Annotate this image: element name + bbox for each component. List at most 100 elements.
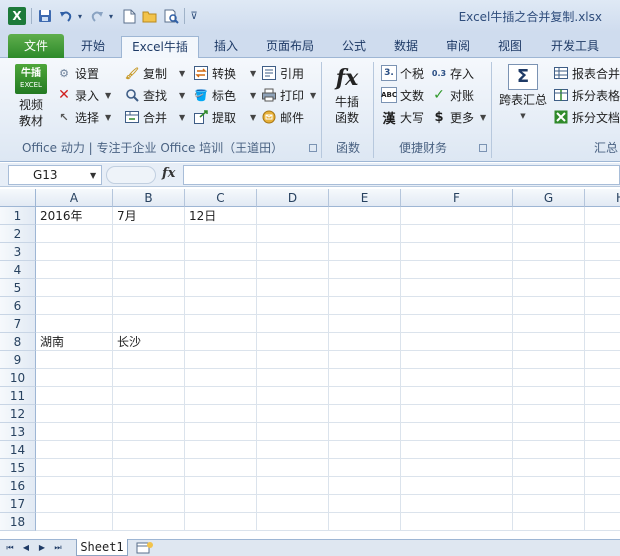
deposit-button[interactable]: 0.3 存入 xyxy=(431,64,474,82)
column-header[interactable]: F xyxy=(401,189,513,207)
column-header[interactable]: E xyxy=(329,189,401,207)
row-header[interactable]: 6 xyxy=(0,297,36,315)
row-header[interactable]: 12 xyxy=(0,405,36,423)
cell-b8[interactable]: 长沙 xyxy=(113,333,141,351)
gridline xyxy=(584,207,585,531)
tab-review[interactable]: 审阅 xyxy=(436,36,480,58)
insert-function-icon[interactable]: fx xyxy=(162,166,175,181)
spreadsheet-grid[interactable]: ABCDEFGH1234567891011121314151617182016年… xyxy=(0,189,620,539)
row-header[interactable]: 5 xyxy=(0,279,36,297)
window-title: Excel牛插之合并复制.xlsx xyxy=(458,10,602,24)
sigma-icon: Σ xyxy=(508,64,538,90)
color-mark-button[interactable]: 🪣 标色 ▼ xyxy=(193,86,256,104)
quote-button[interactable]: 引用 xyxy=(261,64,304,82)
tab-data[interactable]: 数据 xyxy=(384,36,428,58)
group-launcher-icon[interactable] xyxy=(479,144,487,152)
text-number-button[interactable]: ABC 文数 xyxy=(381,86,424,104)
gridline xyxy=(36,422,620,423)
column-header[interactable]: B xyxy=(113,189,185,207)
undo-dropdown-icon[interactable]: ▾ xyxy=(76,6,84,26)
more-button[interactable]: $ 更多 ▼ xyxy=(431,108,486,126)
redo-icon[interactable] xyxy=(88,6,106,26)
next-sheet-icon[interactable]: ▶ xyxy=(36,542,48,554)
row-header[interactable]: 16 xyxy=(0,477,36,495)
row-header[interactable]: 17 xyxy=(0,495,36,513)
tab-excel-niucha[interactable]: Excel牛插 xyxy=(121,36,199,59)
excel-logo-icon[interactable]: X xyxy=(8,7,26,25)
merge-button[interactable]: 合并 ▼ xyxy=(124,108,185,126)
name-box[interactable]: G13 xyxy=(8,165,102,185)
open-folder-icon[interactable] xyxy=(141,6,159,26)
enter-button[interactable]: ✕ 录入 ▼ xyxy=(56,86,111,104)
column-header[interactable]: A xyxy=(36,189,113,207)
group-launcher-icon[interactable] xyxy=(309,144,317,152)
row-header[interactable]: 10 xyxy=(0,369,36,387)
new-doc-icon[interactable] xyxy=(120,6,138,26)
row-header[interactable]: 11 xyxy=(0,387,36,405)
row-header[interactable]: 15 xyxy=(0,459,36,477)
redo-dropdown-icon[interactable]: ▾ xyxy=(107,6,115,26)
tab-view[interactable]: 视图 xyxy=(488,36,532,58)
first-sheet-icon[interactable]: ⏮ xyxy=(4,542,16,554)
tab-developer[interactable]: 开发工具 xyxy=(540,36,610,58)
split-table-button[interactable]: 拆分表格 xyxy=(553,86,620,104)
column-header[interactable]: C xyxy=(185,189,257,207)
cell-a1[interactable]: 2016年 xyxy=(36,207,83,225)
summary-group-label: 汇总 xyxy=(594,141,619,155)
tab-file[interactable]: 文件 xyxy=(8,34,64,58)
prev-sheet-icon[interactable]: ◀ xyxy=(20,542,32,554)
cross-sheet-summary-button[interactable]: Σ 跨表汇总 ▼ xyxy=(496,64,550,124)
save-icon[interactable] xyxy=(36,6,54,26)
video-tutorial-button[interactable]: 牛插 EXCEL 视频 教材 xyxy=(12,64,50,129)
row-header[interactable]: 4 xyxy=(0,261,36,279)
split-doc-button[interactable]: 拆分文档 xyxy=(553,108,620,126)
tab-insert[interactable]: 插入 xyxy=(204,36,248,58)
reconcile-button[interactable]: ✓ 对账 xyxy=(431,86,474,104)
row-header[interactable]: 18 xyxy=(0,513,36,531)
niucha-function-button[interactable]: fx 牛插 函数 xyxy=(328,64,366,126)
chevron-down-icon: ▼ xyxy=(105,112,112,122)
row-header[interactable]: 2 xyxy=(0,225,36,243)
row-header[interactable]: 13 xyxy=(0,423,36,441)
gridline xyxy=(36,458,620,459)
extract-button[interactable]: 提取 ▼ xyxy=(193,108,256,126)
column-header[interactable]: G xyxy=(513,189,585,207)
row-header[interactable]: 7 xyxy=(0,315,36,333)
convert-button[interactable]: 转换 ▼ xyxy=(193,64,256,82)
last-sheet-icon[interactable]: ⏭ xyxy=(52,542,64,554)
print-preview-icon[interactable] xyxy=(162,6,180,26)
copy-button[interactable]: 🖌 复制 ▼ xyxy=(124,64,185,82)
undo-icon[interactable] xyxy=(57,6,75,26)
cell-a8[interactable]: 湖南 xyxy=(36,333,64,351)
row-header[interactable]: 14 xyxy=(0,441,36,459)
tab-formulas[interactable]: 公式 xyxy=(332,36,376,58)
row-header[interactable]: 3 xyxy=(0,243,36,261)
uppercase-button[interactable]: 漢大写 xyxy=(381,108,424,127)
mail-button[interactable]: 邮件 xyxy=(261,108,304,126)
select-all-corner[interactable] xyxy=(0,189,36,207)
chevron-down-icon[interactable]: ▼ xyxy=(90,171,96,180)
column-header[interactable]: H xyxy=(585,189,620,207)
insert-sheet-icon[interactable] xyxy=(134,541,156,555)
find-button[interactable]: 查找 ▼ xyxy=(124,86,185,104)
sheet-tab-sheet1[interactable]: Sheet1 xyxy=(76,539,128,556)
gridline xyxy=(112,207,113,531)
cell-b1[interactable]: 7月 xyxy=(113,207,137,225)
row-header[interactable]: 1 xyxy=(0,207,36,225)
row-header[interactable]: 8 xyxy=(0,333,36,351)
gridline xyxy=(400,207,401,531)
formula-input[interactable] xyxy=(183,165,620,185)
select-button[interactable]: ↖ 选择 ▼ xyxy=(56,108,111,126)
tab-home[interactable]: 开始 xyxy=(70,36,116,58)
settings-button[interactable]: ⚙ 设置 xyxy=(56,64,99,82)
tab-page-layout[interactable]: 页面布局 xyxy=(254,36,326,58)
row-header[interactable]: 9 xyxy=(0,351,36,369)
print-button[interactable]: 打印 ▼ xyxy=(261,86,316,104)
customize-icon[interactable]: ⊽ xyxy=(190,6,198,26)
deposit-icon: 0.3 xyxy=(431,68,447,78)
column-header[interactable]: D xyxy=(257,189,329,207)
cell-c1[interactable]: 12日 xyxy=(185,207,216,225)
report-merge-button[interactable]: 报表合并 xyxy=(553,64,620,82)
red-x-icon: ✕ xyxy=(58,87,70,103)
tax-button[interactable]: 3. 个税 xyxy=(381,64,424,82)
